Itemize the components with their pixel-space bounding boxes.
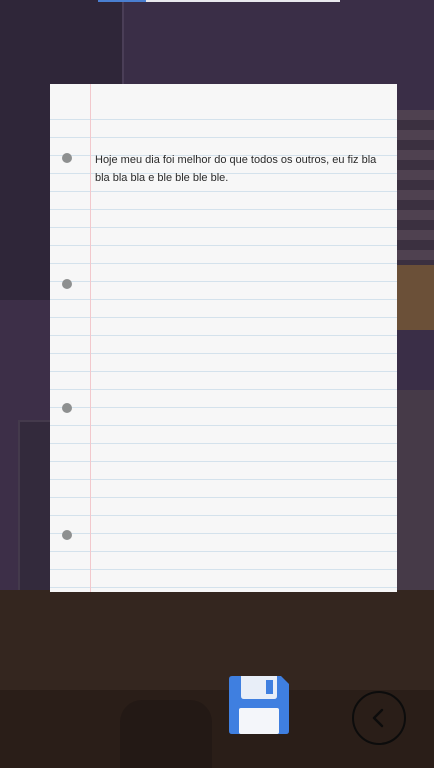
save-button[interactable] [229,676,289,734]
background-chair [120,700,212,768]
background-dresser [396,390,434,590]
paper-header-band [50,84,397,118]
binder-hole [62,403,72,413]
binder-hole [62,530,72,540]
background-bookshelf [396,110,434,270]
background-box [396,265,434,330]
paper-margin-line [90,84,91,592]
floppy-disk-icon [229,676,289,734]
background-wall-seam [122,0,124,92]
chevron-left-icon [372,708,384,728]
back-button[interactable] [352,691,406,745]
diary-entry-text[interactable]: Hoje meu dia foi melhor do que todos os … [95,151,391,187]
binder-hole [62,279,72,289]
binder-hole [62,153,72,163]
diary-page[interactable]: Hoje meu dia foi melhor do que todos os … [50,84,397,592]
background-top-bar-accent [98,0,146,2]
